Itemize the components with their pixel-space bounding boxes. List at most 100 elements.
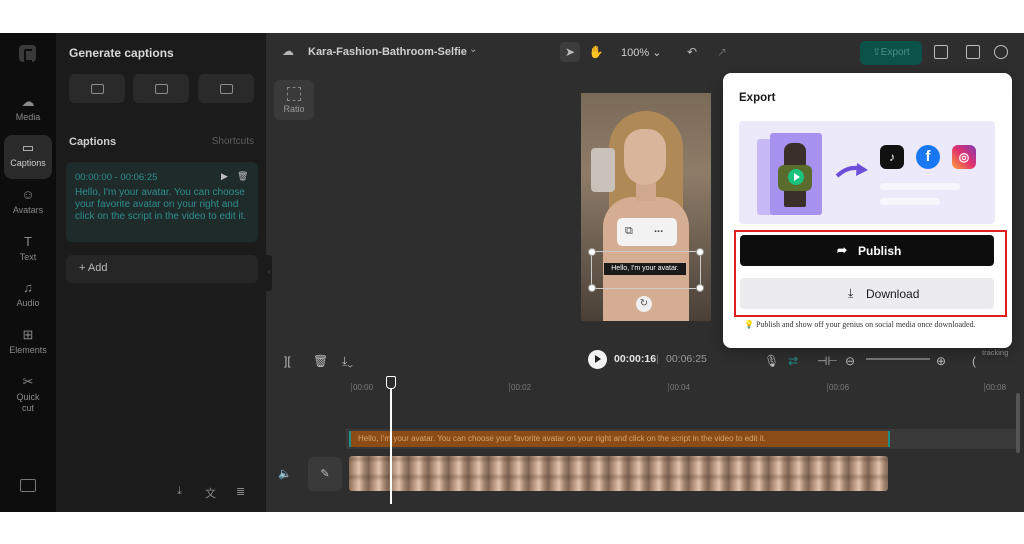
undo-icon[interactable]: ↶ xyxy=(682,42,702,62)
find-replace-icon[interactable]: ≣ xyxy=(236,485,245,498)
hand-tool-icon[interactable]: ✋ xyxy=(586,42,606,62)
more-icon[interactable]: ... xyxy=(654,223,663,235)
current-time: 00:00:16 xyxy=(614,353,657,365)
resize-handle[interactable] xyxy=(696,284,704,292)
floating-toolbar: ⧉ ... xyxy=(617,218,677,246)
playhead[interactable] xyxy=(390,376,392,504)
timeline-scrollbar[interactable] xyxy=(1016,393,1020,453)
playhead-handle[interactable] xyxy=(386,376,396,389)
caption-mode-cc-button[interactable] xyxy=(69,74,125,103)
highlight-box xyxy=(734,230,1007,317)
delete-icon[interactable]: 🗑 xyxy=(313,354,328,368)
tracking-label: tracking xyxy=(982,348,1009,357)
play-button[interactable] xyxy=(588,350,607,369)
zoom-in-icon[interactable]: ⊕ xyxy=(936,354,946,368)
subtitle-overlay[interactable]: Hello, I'm your avatar. xyxy=(604,263,686,275)
zoom-slider[interactable] xyxy=(866,358,930,360)
top-bar: ☁ Kara-Fashion-Bathroom-Selfie ⌄ ➤ ✋ 100… xyxy=(266,33,1024,73)
music-icon: ♫ xyxy=(23,280,33,295)
cloud-sync-icon: ☁ xyxy=(282,44,294,58)
ruler-tick: 00:02 xyxy=(508,383,532,392)
collapse-panel-handle[interactable]: ‹ xyxy=(266,255,272,291)
subtitle-icon xyxy=(155,84,168,94)
keyboard-icon[interactable] xyxy=(20,479,36,492)
sidebar-item-captions[interactable]: ▭ Captions xyxy=(4,135,52,179)
fit-icon[interactable]: ( xyxy=(972,354,976,368)
chevron-down-icon[interactable]: ⌄ xyxy=(469,44,477,55)
facebook-icon: f xyxy=(916,145,940,169)
ruler-tick: 00:06 xyxy=(826,383,850,392)
pencil-icon: ✎ xyxy=(320,468,330,480)
cc-icon xyxy=(91,84,104,94)
captions-heading: Captions xyxy=(69,136,117,148)
ruler-tick: 00:00 xyxy=(350,383,374,392)
tiktok-icon: ♪ xyxy=(880,145,904,169)
export-banner: ♪ f ◎ xyxy=(739,121,995,224)
redo-icon[interactable]: ↗ xyxy=(712,42,732,62)
caption-track-clip[interactable]: Hello, I'm your avatar. You can choose y… xyxy=(349,431,890,447)
export-title: Export xyxy=(739,92,776,104)
copy-icon[interactable]: ⧉ xyxy=(625,225,633,238)
select-tool-icon[interactable]: ➤ xyxy=(560,42,580,62)
timeline-ruler[interactable]: 00:00 00:02 00:04 00:06 00:08 xyxy=(266,379,1024,395)
captions-panel: Generate captions Captions Shortcuts 00:… xyxy=(56,33,266,512)
settings-icon[interactable] xyxy=(994,45,1008,59)
total-time: 00:06:25 xyxy=(666,353,707,365)
download-captions-icon[interactable]: ⤓ xyxy=(177,485,182,498)
layers-icon[interactable] xyxy=(934,45,948,59)
translate-icon[interactable]: 文 xyxy=(205,485,216,501)
sidebar-item-avatars[interactable]: ☺ Avatars xyxy=(4,182,52,226)
caption-mode-subtitle-button[interactable] xyxy=(133,74,189,103)
split-icon[interactable]: ][ xyxy=(284,354,291,368)
arrow-right-icon xyxy=(835,163,868,178)
app-logo-icon xyxy=(19,45,36,62)
panel-title: Generate captions xyxy=(69,46,174,60)
edit-cover-button[interactable]: ✎ xyxy=(308,457,342,491)
volume-icon[interactable]: 🔈 xyxy=(278,467,292,480)
nav-rail: ☁ Media ▭ Captions ☺ Avatars T Text ♫ Au… xyxy=(0,33,56,512)
sidebar-item-text[interactable]: T Text xyxy=(4,229,52,273)
caption-item[interactable]: 00:00:00 - 00:06:25 ▶ 🗑 Hello, I'm your … xyxy=(66,162,258,242)
project-name[interactable]: Kara-Fashion-Bathroom-Selfie xyxy=(308,46,467,58)
sidebar-item-media[interactable]: ☁ Media xyxy=(4,89,52,133)
caption-time-range: 00:00:00 - 00:06:25 xyxy=(75,172,158,183)
scan-icon xyxy=(220,84,233,94)
cloud-icon: ☁ xyxy=(21,94,35,109)
export-button[interactable]: ⇪Export xyxy=(860,41,922,65)
split-view-icon[interactable] xyxy=(966,45,980,59)
video-track-clip[interactable] xyxy=(349,456,888,491)
trash-icon[interactable]: 🗑 xyxy=(237,171,248,182)
instagram-icon: ◎ xyxy=(952,145,976,169)
quick-cut-icon: ✂ xyxy=(22,374,34,389)
add-caption-button[interactable]: + Add xyxy=(66,255,258,283)
zoom-out-icon[interactable]: ⊖ xyxy=(845,354,855,368)
download-dropdown-icon[interactable]: ⤓⌄ xyxy=(342,354,353,369)
avatar-icon: ☺ xyxy=(21,187,35,202)
ratio-icon xyxy=(287,87,301,101)
sidebar-item-audio[interactable]: ♫ Audio xyxy=(4,275,52,319)
zoom-dropdown[interactable]: 100% ⌄ xyxy=(621,46,661,59)
text-icon: T xyxy=(24,234,32,249)
elements-icon: ⊞ xyxy=(22,327,34,342)
rotate-icon[interactable]: ↻ xyxy=(636,296,652,312)
sidebar-item-elements[interactable]: ⊞ Elements xyxy=(4,322,52,366)
link-icon[interactable]: ⇄ xyxy=(788,354,798,368)
trim-icon[interactable]: ⊣⊢ xyxy=(817,354,838,368)
resize-handle[interactable] xyxy=(588,284,596,292)
microphone-icon[interactable]: 🎙 xyxy=(764,354,779,368)
resize-handle[interactable] xyxy=(588,248,596,256)
shortcuts-link[interactable]: Shortcuts xyxy=(212,136,254,147)
play-icon xyxy=(788,169,804,185)
caption-mode-scan-button[interactable] xyxy=(198,74,254,103)
play-icon[interactable]: ▶ xyxy=(221,171,228,182)
time-separator: | xyxy=(656,353,659,365)
ruler-tick: 00:08 xyxy=(983,383,1007,392)
resize-handle[interactable] xyxy=(696,248,704,256)
sidebar-item-quick-cut[interactable]: ✂ Quick cut xyxy=(4,369,52,415)
lightbulb-icon: 💡 xyxy=(744,320,754,329)
video-thumbnail xyxy=(770,133,822,215)
ratio-button[interactable]: Ratio xyxy=(274,80,314,120)
publish-note: 💡 Publish and show off your genius on so… xyxy=(744,320,976,329)
caption-text[interactable]: Hello, I'm your avatar. You can choose y… xyxy=(75,187,253,223)
captions-icon: ▭ xyxy=(21,140,35,155)
